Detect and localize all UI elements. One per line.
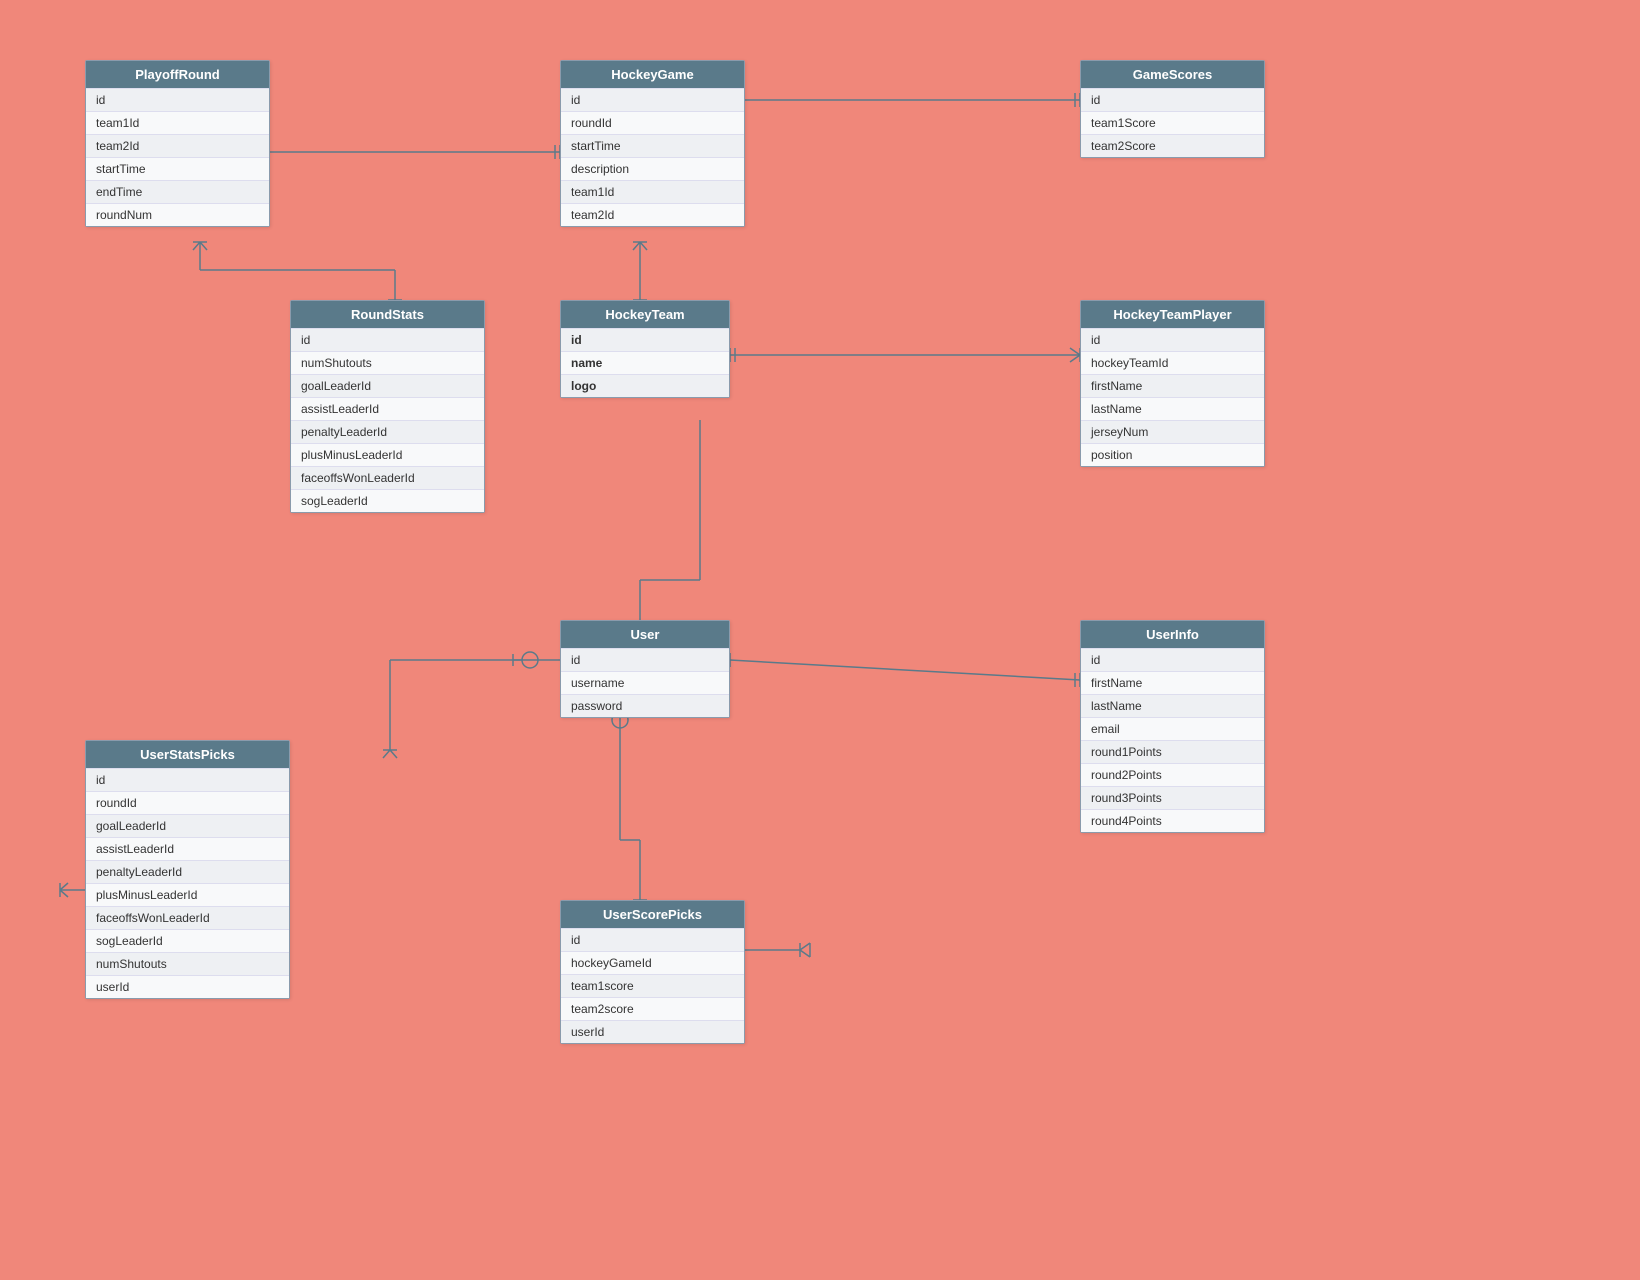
- field-uscp-userid: userId: [561, 1020, 744, 1043]
- field-rs-id: id: [291, 328, 484, 351]
- field-rs-goalleaderid: goalLeaderId: [291, 374, 484, 397]
- field-playoff-id: id: [86, 88, 269, 111]
- field-uscp-id: id: [561, 928, 744, 951]
- field-uscp-team1score: team1score: [561, 974, 744, 997]
- field-htp-firstname: firstName: [1081, 374, 1264, 397]
- table-user: User id username password: [560, 620, 730, 718]
- field-playoff-endtime: endTime: [86, 180, 269, 203]
- table-header-hockey-team: HockeyTeam: [561, 301, 729, 328]
- field-user-password: password: [561, 694, 729, 717]
- table-hockey-game: HockeyGame id roundId startTime descript…: [560, 60, 745, 227]
- field-scores-team2score: team2Score: [1081, 134, 1264, 157]
- table-user-stats-picks: UserStatsPicks id roundId goalLeaderId a…: [85, 740, 290, 999]
- field-usp-roundid: roundId: [86, 791, 289, 814]
- field-game-id: id: [561, 88, 744, 111]
- field-scores-id: id: [1081, 88, 1264, 111]
- field-scores-team1score: team1Score: [1081, 111, 1264, 134]
- table-header-user-stats-picks: UserStatsPicks: [86, 741, 289, 768]
- field-ui-email: email: [1081, 717, 1264, 740]
- field-playoff-team2id: team2Id: [86, 134, 269, 157]
- field-game-starttime: startTime: [561, 134, 744, 157]
- field-user-id: id: [561, 648, 729, 671]
- field-user-username: username: [561, 671, 729, 694]
- table-round-stats: RoundStats id numShutouts goalLeaderId a…: [290, 300, 485, 513]
- field-usp-penaltyleaderid: penaltyLeaderId: [86, 860, 289, 883]
- field-game-team1id: team1Id: [561, 180, 744, 203]
- table-user-score-picks: UserScorePicks id hockeyGameId team1scor…: [560, 900, 745, 1044]
- field-ht-logo: logo: [561, 374, 729, 397]
- field-ui-lastname: lastName: [1081, 694, 1264, 717]
- field-ui-id: id: [1081, 648, 1264, 671]
- field-ht-name: name: [561, 351, 729, 374]
- field-game-team2id: team2Id: [561, 203, 744, 226]
- field-ui-round3points: round3Points: [1081, 786, 1264, 809]
- table-header-game-scores: GameScores: [1081, 61, 1264, 88]
- field-playoff-roundnum: roundNum: [86, 203, 269, 226]
- table-header-hockey-game: HockeyGame: [561, 61, 744, 88]
- field-rs-numshutouts: numShutouts: [291, 351, 484, 374]
- diagram-container: PlayoffRound id team1Id team2Id startTim…: [0, 0, 1640, 1280]
- table-hockey-team: HockeyTeam id name logo: [560, 300, 730, 398]
- field-usp-faceoffswonleaderid: faceoffsWonLeaderId: [86, 906, 289, 929]
- field-usp-userid: userId: [86, 975, 289, 998]
- field-rs-penaltyleaderid: penaltyLeaderId: [291, 420, 484, 443]
- field-ui-round2points: round2Points: [1081, 763, 1264, 786]
- field-htp-lastname: lastName: [1081, 397, 1264, 420]
- table-header-playoff-round: PlayoffRound: [86, 61, 269, 88]
- field-htp-hockeyteamid: hockeyTeamId: [1081, 351, 1264, 374]
- field-ht-id: id: [561, 328, 729, 351]
- field-game-description: description: [561, 157, 744, 180]
- table-header-round-stats: RoundStats: [291, 301, 484, 328]
- field-usp-id: id: [86, 768, 289, 791]
- field-htp-id: id: [1081, 328, 1264, 351]
- table-user-info: UserInfo id firstName lastName email rou…: [1080, 620, 1265, 833]
- field-htp-jerseynum: jerseyNum: [1081, 420, 1264, 443]
- field-usp-plusminusleaderid: plusMinusLeaderId: [86, 883, 289, 906]
- field-ui-round1points: round1Points: [1081, 740, 1264, 763]
- field-playoff-starttime: startTime: [86, 157, 269, 180]
- field-rs-sogleaderid: sogLeaderId: [291, 489, 484, 512]
- field-rs-plusminusleaderid: plusMinusLeaderId: [291, 443, 484, 466]
- table-hockey-team-player: HockeyTeamPlayer id hockeyTeamId firstNa…: [1080, 300, 1265, 467]
- field-usp-numshutouts: numShutouts: [86, 952, 289, 975]
- table-playoff-round: PlayoffRound id team1Id team2Id startTim…: [85, 60, 270, 227]
- table-header-hockey-team-player: HockeyTeamPlayer: [1081, 301, 1264, 328]
- field-ui-round4points: round4Points: [1081, 809, 1264, 832]
- field-uscp-hockeygameid: hockeyGameId: [561, 951, 744, 974]
- field-htp-position: position: [1081, 443, 1264, 466]
- table-header-user: User: [561, 621, 729, 648]
- field-usp-goalleaderid: goalLeaderId: [86, 814, 289, 837]
- field-ui-firstname: firstName: [1081, 671, 1264, 694]
- table-header-user-score-picks: UserScorePicks: [561, 901, 744, 928]
- field-rs-assistleaderid: assistLeaderId: [291, 397, 484, 420]
- field-rs-faceoffswonleaderid: faceoffsWonLeaderId: [291, 466, 484, 489]
- table-header-user-info: UserInfo: [1081, 621, 1264, 648]
- field-playoff-team1id: team1Id: [86, 111, 269, 134]
- field-game-roundid: roundId: [561, 111, 744, 134]
- field-uscp-team2score: team2score: [561, 997, 744, 1020]
- table-game-scores: GameScores id team1Score team2Score: [1080, 60, 1265, 158]
- field-usp-sogleaderid: sogLeaderId: [86, 929, 289, 952]
- field-usp-assistleaderid: assistLeaderId: [86, 837, 289, 860]
